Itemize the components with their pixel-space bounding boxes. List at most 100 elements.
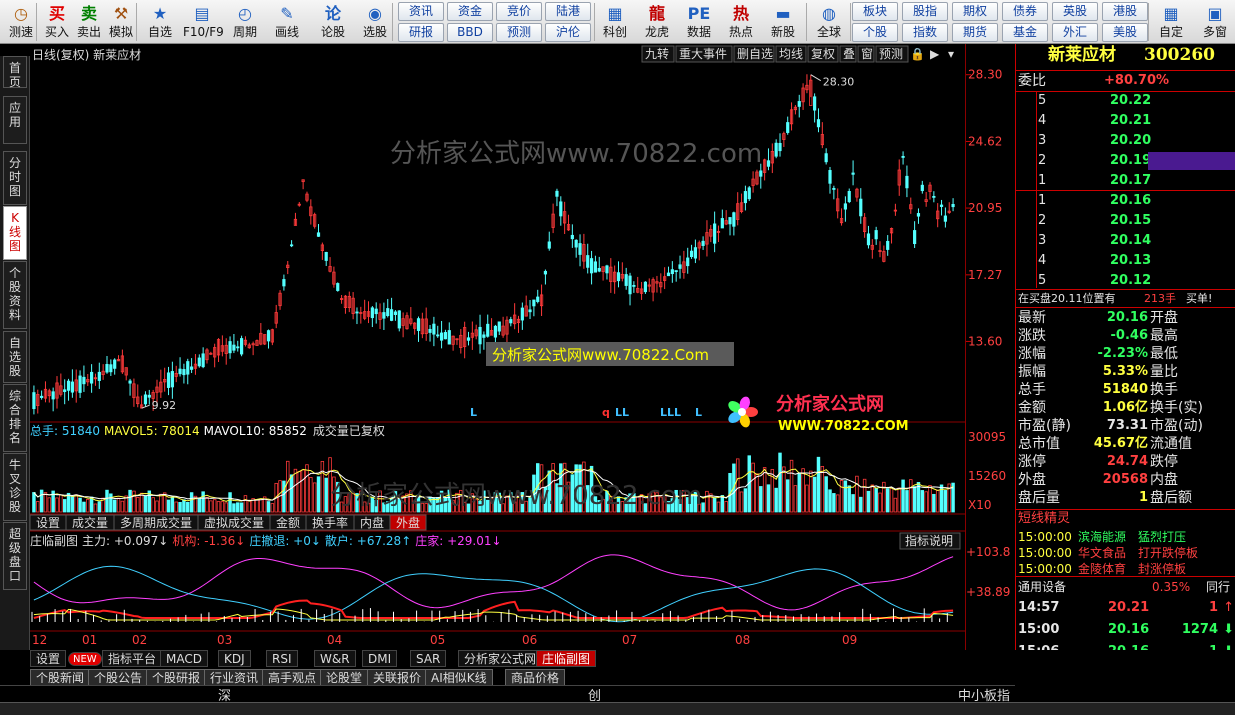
left-tab-5[interactable]: 自选股 [3, 331, 27, 383]
toolbar-pill-button[interactable]: 预测 [496, 23, 542, 42]
toolbar-pill-button[interactable]: 个股 [852, 23, 898, 42]
news-tab[interactable]: 行业资讯 [204, 669, 265, 686]
volume-tab[interactable]: 金额 [269, 514, 307, 531]
chart-top-button[interactable]: 复权 [807, 45, 839, 63]
volume-tab[interactable]: 换手率 [305, 514, 355, 531]
toolbar-pill-button[interactable]: 期货 [952, 23, 998, 42]
left-tab-4[interactable]: 个股资料 [3, 261, 27, 329]
toolbar-pill-button[interactable]: 资讯 [398, 2, 444, 21]
toolbar-pill-button[interactable]: 沪伦 [545, 23, 591, 42]
chart-top-button[interactable]: 重大事件 [675, 45, 733, 63]
chart-top-button[interactable]: 窗 [857, 45, 875, 63]
toolbar-pill-button[interactable]: 港股 [1102, 2, 1148, 21]
left-tab-3[interactable]: K线图 [3, 206, 27, 260]
indicator-tab[interactable]: DMI [362, 650, 398, 667]
left-tab-7[interactable]: 牛叉诊股 [3, 453, 27, 521]
left-tab-2[interactable]: 分时图 [3, 151, 27, 205]
chart-top-button[interactable]: 预测 [875, 45, 909, 63]
indicator-tab[interactable]: RSI [266, 650, 298, 667]
bid-level: 3 [1038, 233, 1047, 248]
news-tab[interactable]: 高手观点 [262, 669, 323, 686]
news-tab[interactable]: 个股研报 [146, 669, 207, 686]
indicator-help-button[interactable]: 指标说明 [899, 532, 961, 550]
kechuang-button[interactable]: ▦ 科创 [596, 2, 634, 42]
lock-icon[interactable]: 🔒 [910, 47, 925, 61]
bid-price[interactable]: 20.12 [1110, 272, 1151, 290]
chart-top-button[interactable]: 九转 [641, 45, 675, 63]
sector-more[interactable]: 同行 [1206, 578, 1230, 596]
watchlist-button[interactable]: ★ 自选 [141, 2, 179, 42]
news-tab[interactable]: 个股新闻 [30, 669, 91, 686]
clock-button[interactable]: ◷ 测速 [2, 2, 40, 42]
bid-price[interactable]: 20.13 [1110, 252, 1151, 270]
news-tab[interactable]: 个股公告 [88, 669, 149, 686]
newstock-button[interactable]: ▬ 新股 [764, 2, 802, 42]
draw-button[interactable]: ✎ 画线 [268, 2, 306, 42]
ask-price[interactable]: 20.20 [1110, 132, 1151, 150]
f10-button[interactable]: ▤ F10/F9 [183, 2, 224, 42]
toolbar-pill-button[interactable]: 竞价 [496, 2, 542, 21]
indicator-tab[interactable]: MACD [160, 650, 208, 667]
toolbar-pill-button[interactable]: 外汇 [1052, 23, 1098, 42]
chart-top-button[interactable]: 叠 [839, 45, 857, 63]
left-tab-6[interactable]: 综合排名 [3, 384, 27, 452]
toolbar-pill-button[interactable]: BBD [447, 23, 493, 42]
news-tab[interactable]: 论股堂 [320, 669, 369, 686]
indicator-tab[interactable]: 指标平台 [102, 650, 163, 667]
volume-tab[interactable]: 成交量 [65, 514, 115, 531]
volume-tab[interactable]: 内盘 [353, 514, 391, 531]
sector-name[interactable]: 通用设备 [1018, 578, 1066, 596]
kline-chart-svg[interactable]: 日线(复权) 新莱应材 九转 重大事件 删自选 均线 复权叠窗预测 🔒 ▶ ▾ 28.30 9.92… [29, 44, 965, 650]
data-button[interactable]: PE 数据 [680, 2, 718, 42]
longhu-button[interactable]: 龍龙虎 [638, 2, 676, 42]
indicator-tab[interactable]: SAR [410, 650, 447, 667]
toolbar-pill-button[interactable]: 美股 [1102, 23, 1148, 42]
hot-button[interactable]: 热热点 [722, 2, 760, 42]
toolbar-pill-button[interactable]: 陆港 [545, 2, 591, 21]
period-button[interactable]: ◴ 周期 [226, 2, 264, 42]
forum-label: 论股 [320, 25, 345, 39]
toolbar-pill-button[interactable]: 债券 [1002, 2, 1048, 21]
forum-button[interactable]: 论论股 [314, 2, 352, 42]
ask-price[interactable]: 20.19 [1110, 152, 1151, 170]
left-tab-8[interactable]: 超级盘口 [3, 522, 27, 590]
indicator-tab[interactable]: 设置 [30, 650, 67, 667]
left-tab-1[interactable]: 应用 [3, 96, 27, 144]
toolbar-pill-button[interactable]: 资金 [447, 2, 493, 21]
indicator-tab[interactable]: KDJ [218, 650, 251, 667]
toolbar-pill-button[interactable]: 期权 [952, 2, 998, 21]
volume-tab[interactable]: 多周期成交量 [113, 514, 199, 531]
toolbar-pill-button[interactable]: 基金 [1002, 23, 1048, 42]
indicator-tab[interactable]: 庄临副图 [536, 650, 597, 667]
ask-price[interactable]: 20.21 [1110, 112, 1151, 130]
bid-price[interactable]: 20.16 [1110, 192, 1151, 210]
volume-tab[interactable]: 设置 [29, 514, 67, 531]
kline-chart-area[interactable]: 日线(复权) 新莱应材 九转 重大事件 删自选 均线 复权叠窗预测 🔒 ▶ ▾ 28.30 9.92… [29, 44, 965, 650]
custom-button[interactable]: ▦ 自定 [1152, 2, 1190, 42]
toolbar-pill-button[interactable]: 板块 [852, 2, 898, 21]
volume-tab[interactable]: 虚拟成交量 [197, 514, 271, 531]
chevron-down-icon[interactable]: ▾ [948, 47, 954, 61]
ask-price[interactable]: 20.17 [1110, 172, 1151, 190]
global-button[interactable]: ◍ 全球 [810, 2, 848, 42]
toolbar-pill-button[interactable]: 英股 [1052, 2, 1098, 21]
news-tab[interactable]: 商品价格 [505, 669, 566, 686]
left-tab-0[interactable]: 首页 [3, 56, 27, 89]
bid-price[interactable]: 20.14 [1110, 232, 1151, 250]
indicator-tab[interactable]: W&R [314, 650, 356, 667]
volume-tab[interactable]: 外盘 [389, 514, 427, 531]
chart-top-button[interactable]: 删自选 [733, 45, 775, 63]
indicator-tab[interactable]: 分析家公式网 [458, 650, 543, 667]
simulate-button[interactable]: ⚒ 模拟 [102, 2, 140, 42]
toolbar-pill-button[interactable]: 指数 [902, 23, 948, 42]
toolbar-pill-button[interactable]: 股指 [902, 2, 948, 21]
bid-price[interactable]: 20.15 [1110, 212, 1151, 230]
news-tab[interactable]: 关联报价 [367, 669, 428, 686]
news-tab[interactable]: AI相似K线 [425, 669, 493, 686]
chart-top-button[interactable]: 均线 [775, 45, 807, 63]
toolbar-pill-button[interactable]: 研报 [398, 23, 444, 42]
arrow-icon[interactable]: ▶ [930, 47, 940, 61]
ask-price[interactable]: 20.22 [1110, 92, 1151, 110]
multiwin-button[interactable]: ▣ 多窗 [1196, 2, 1234, 42]
select-button[interactable]: ◉ 选股 [356, 2, 394, 42]
